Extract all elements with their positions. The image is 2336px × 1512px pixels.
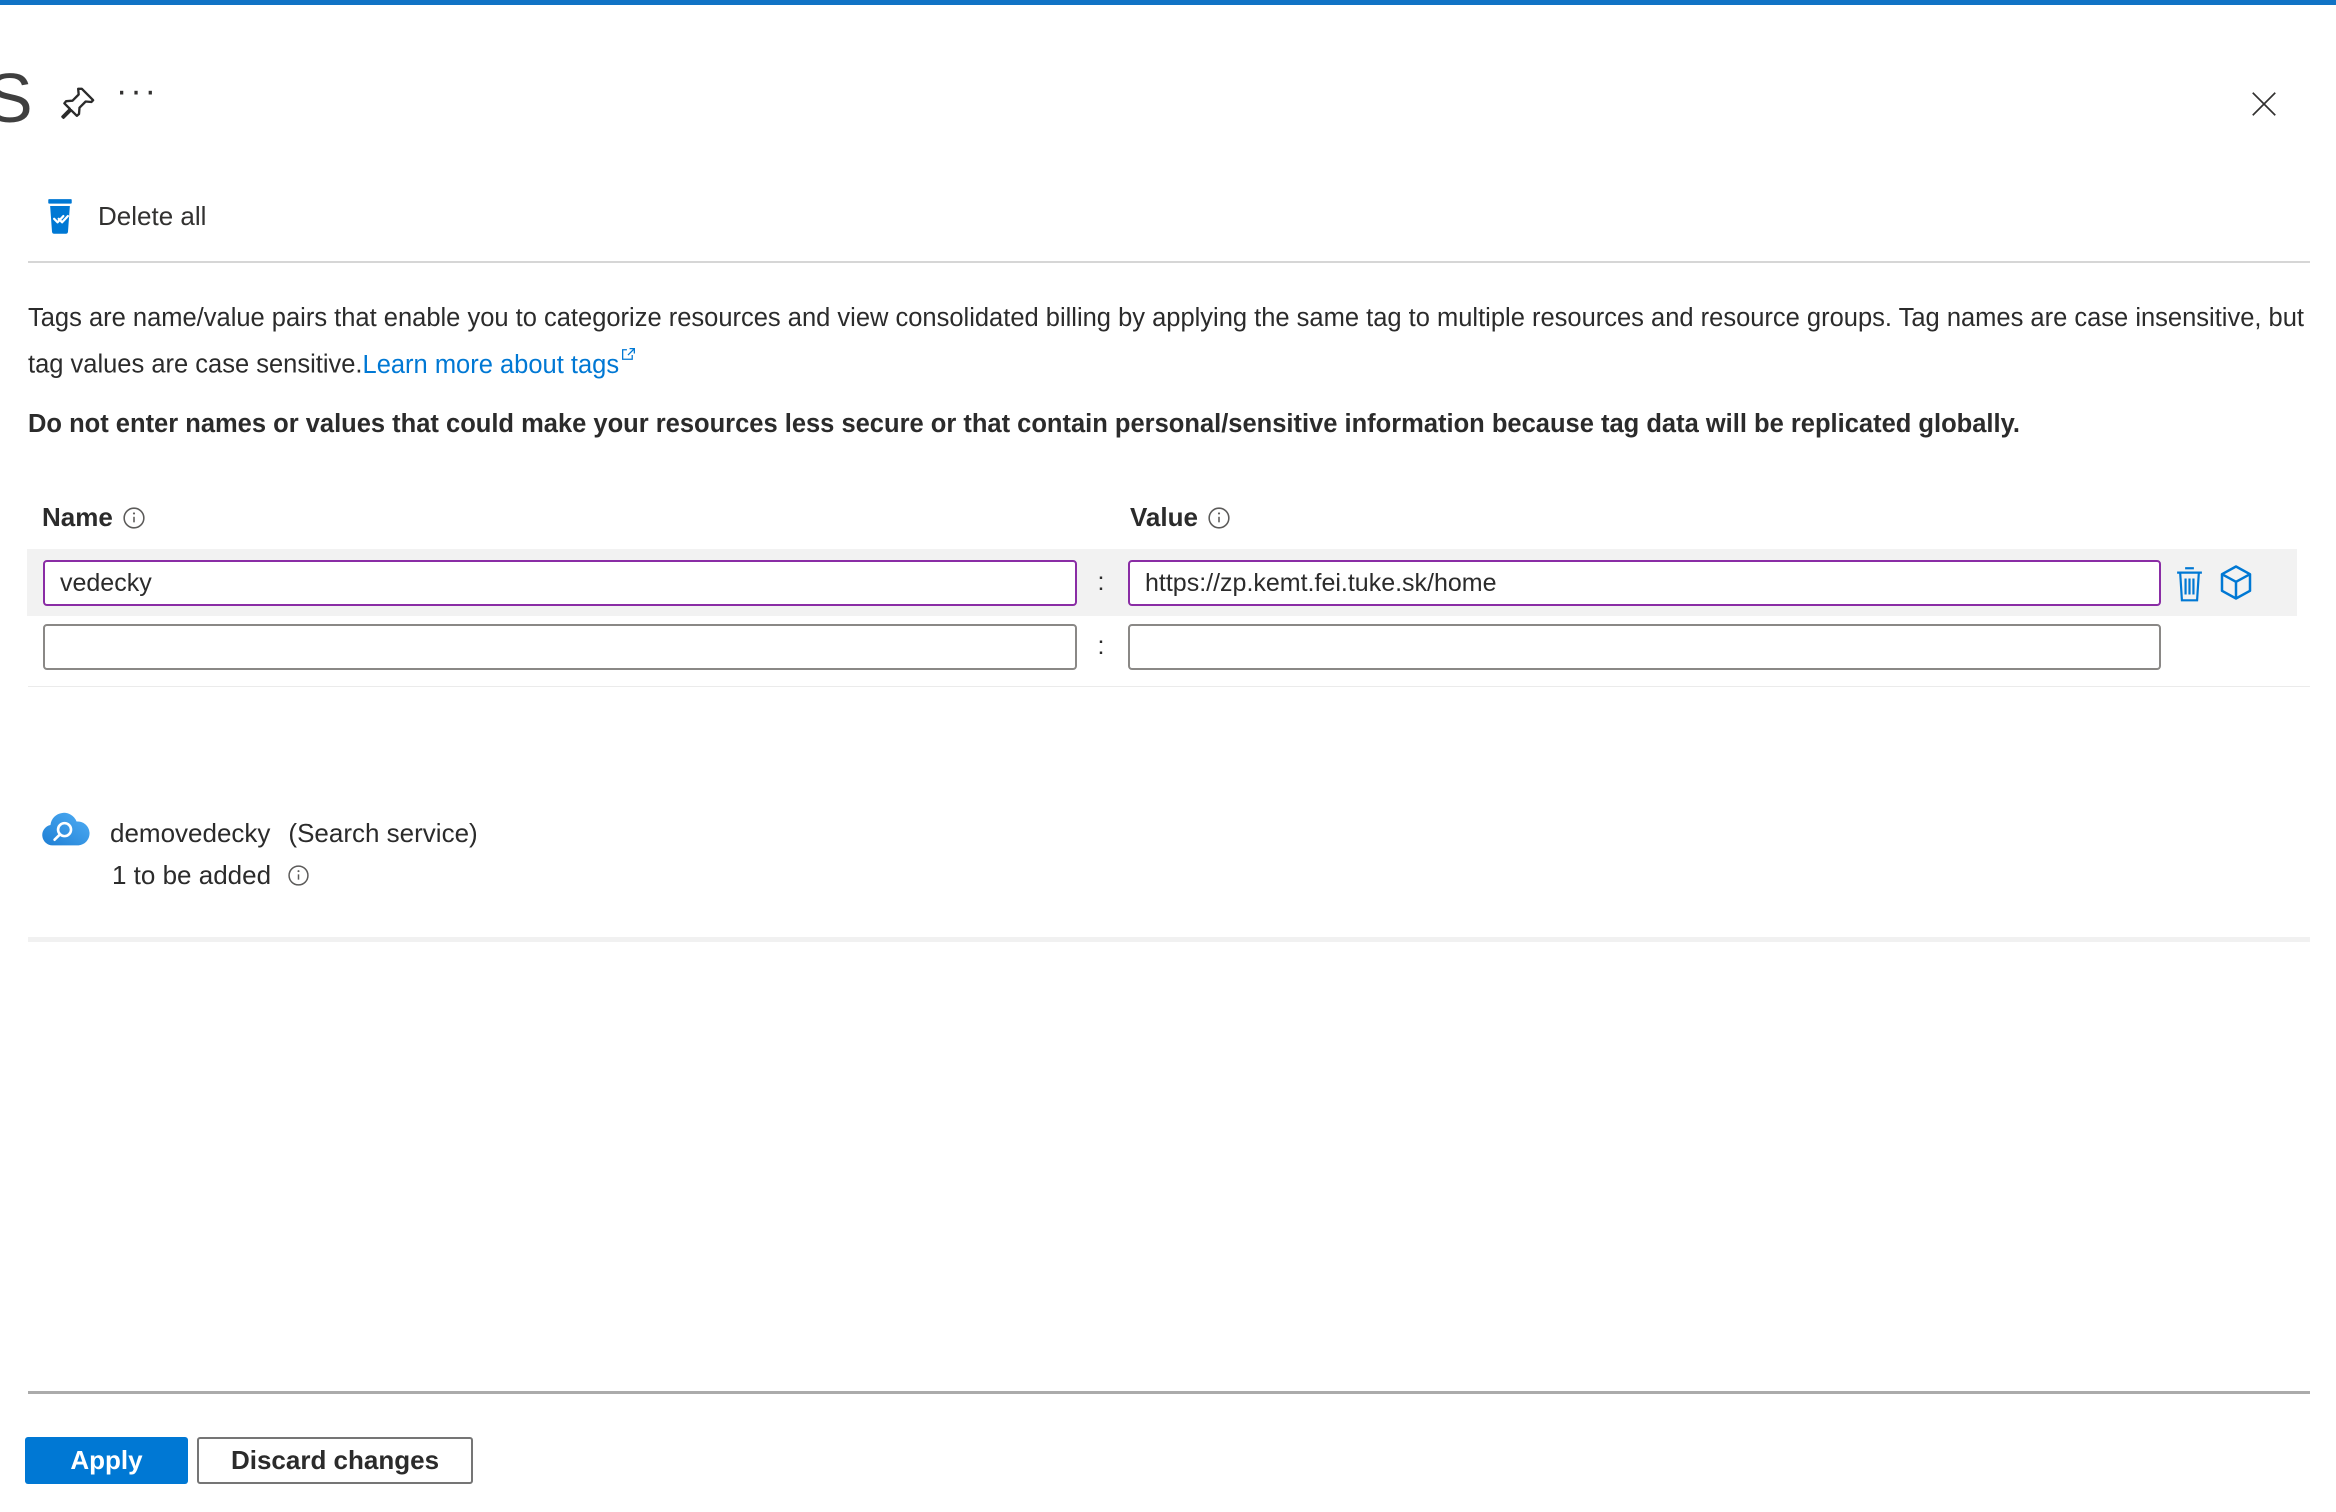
name-column-header: Name <box>42 502 146 533</box>
delete-all-label: Delete all <box>98 200 207 231</box>
name-header-label: Name <box>42 502 113 532</box>
resource-scope-button[interactable] <box>2216 562 2256 604</box>
tag-separator-2: : <box>1097 632 1105 660</box>
tag-name-input-1[interactable] <box>43 560 1077 606</box>
page-title-partial: S <box>0 59 33 137</box>
command-bar-divider <box>28 261 2310 263</box>
close-button[interactable] <box>2246 86 2282 122</box>
learn-more-label: Learn more about tags <box>362 350 620 379</box>
tags-description: Tags are name/value pairs that enable yo… <box>28 300 2318 384</box>
resource-name: demovedecky <box>110 818 271 848</box>
name-info-icon[interactable] <box>122 506 146 530</box>
resource-pending-row: 1 to be added <box>112 860 310 891</box>
tag-name-input-2[interactable] <box>43 624 1077 670</box>
pin-icon <box>58 87 98 128</box>
value-header-label: Value <box>1130 502 1198 532</box>
external-link-icon <box>620 337 637 374</box>
pending-count-label: 1 to be added <box>112 860 272 890</box>
delete-all-trash-check-icon <box>44 198 76 234</box>
more-actions-button[interactable]: ··· <box>116 72 159 111</box>
delete-all-button[interactable]: Delete all <box>44 198 206 234</box>
discard-changes-button[interactable]: Discard changes <box>197 1437 473 1484</box>
pin-button[interactable] <box>58 84 98 124</box>
tag-value-input-1[interactable] <box>1128 560 2161 606</box>
search-service-cloud-icon <box>38 806 90 850</box>
resource-type: (Search service) <box>288 818 478 848</box>
delete-tag-row-button[interactable] <box>2172 565 2207 603</box>
rows-divider <box>28 686 2310 687</box>
cube-icon <box>2216 565 2256 608</box>
pending-info-icon[interactable] <box>287 864 310 887</box>
tag-separator-1: : <box>1097 568 1105 596</box>
value-column-header: Value <box>1130 502 1231 533</box>
more-icon: ··· <box>116 72 159 110</box>
value-info-icon[interactable] <box>1207 506 1231 530</box>
apply-button[interactable]: Apply <box>25 1437 188 1484</box>
tag-value-input-2[interactable] <box>1128 624 2161 670</box>
top-accent-bar <box>0 0 2336 5</box>
tags-warning: Do not enter names or values that could … <box>28 410 2020 438</box>
resource-row: demovedecky (Search service) <box>110 818 478 849</box>
close-icon <box>2246 92 2282 126</box>
learn-more-link[interactable]: Learn more about tags <box>362 348 638 379</box>
footer-divider <box>28 1391 2310 1394</box>
section-divider <box>28 937 2310 942</box>
trash-icon <box>2172 567 2207 607</box>
